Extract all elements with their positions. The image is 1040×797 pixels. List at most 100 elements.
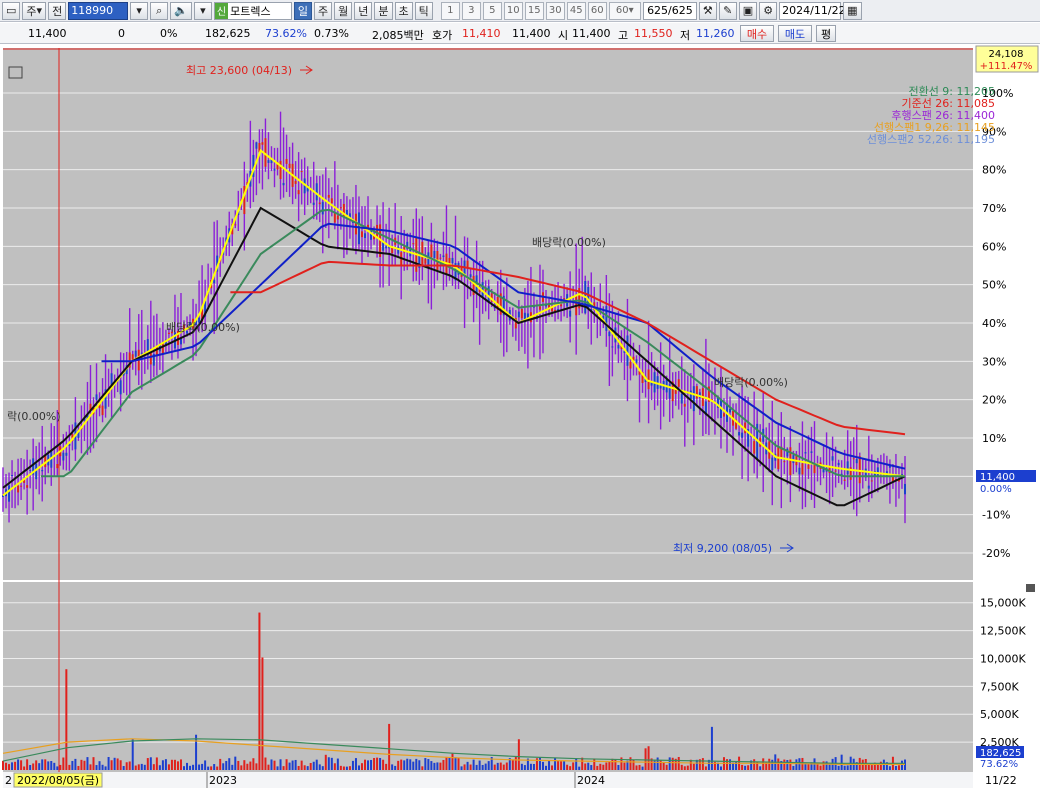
candle-body bbox=[412, 243, 415, 245]
candle-body bbox=[617, 345, 620, 349]
volume-bar bbox=[189, 765, 192, 770]
volume-bar bbox=[152, 764, 155, 770]
volume-bar bbox=[237, 760, 240, 770]
price-tick-label: -10% bbox=[982, 509, 1010, 522]
interval-30[interactable]: 30 bbox=[545, 1, 565, 20]
candle-body bbox=[858, 456, 861, 484]
candle-body bbox=[783, 461, 786, 463]
candle-body bbox=[285, 158, 288, 164]
period-tab-year[interactable]: 년 bbox=[354, 1, 373, 20]
interval-15[interactable]: 15 bbox=[524, 1, 544, 20]
speaker-icon[interactable]: 🔈 bbox=[170, 1, 192, 20]
save-icon[interactable]: ▣ bbox=[738, 1, 758, 20]
volume-bar bbox=[267, 764, 270, 770]
market-select[interactable]: 주 ▾ bbox=[22, 1, 47, 20]
period-tab-week[interactable]: 주 bbox=[314, 1, 333, 20]
volume-bar bbox=[677, 756, 680, 770]
chart-tools-icon[interactable]: ⚒ bbox=[698, 1, 717, 20]
candle-body bbox=[741, 432, 744, 438]
search-icon[interactable]: ⌕ bbox=[150, 1, 169, 20]
volume-bar bbox=[258, 612, 261, 770]
volume-bar bbox=[505, 762, 508, 770]
volume-bar bbox=[249, 761, 252, 770]
period-tab-day[interactable]: 일 bbox=[293, 1, 313, 20]
dividend-annotation-2023: 배당락(0.00%) bbox=[166, 321, 240, 334]
speaker-dropdown-icon[interactable]: ▾ bbox=[193, 1, 212, 20]
price-tick-label: 60% bbox=[982, 240, 1006, 253]
interval-10[interactable]: 10 bbox=[503, 1, 523, 20]
volume-bar bbox=[207, 766, 210, 770]
volume-bar bbox=[735, 761, 738, 770]
draw-icon[interactable]: ✎ bbox=[718, 1, 737, 20]
volume-bar bbox=[759, 766, 762, 770]
stock-code-input[interactable]: 118990 bbox=[68, 1, 129, 20]
interval-45[interactable]: 45 bbox=[566, 1, 586, 20]
volume-bar bbox=[897, 765, 900, 770]
interval-5[interactable]: 5 bbox=[482, 1, 502, 20]
volume-bar bbox=[481, 764, 484, 770]
volume-bar bbox=[86, 757, 89, 770]
interval-select[interactable]: 60 ▾ bbox=[608, 1, 641, 20]
volume-bar bbox=[101, 764, 104, 770]
candle-body bbox=[315, 183, 318, 201]
volume-bar bbox=[563, 761, 566, 770]
volume-bar bbox=[418, 760, 421, 770]
volume-bar bbox=[330, 757, 333, 770]
volume-bar bbox=[783, 759, 786, 770]
interval-60[interactable]: 60 bbox=[587, 1, 607, 20]
volume-bar bbox=[575, 758, 578, 770]
date-field[interactable]: 2024/11/22 bbox=[779, 1, 846, 20]
stock-name-field[interactable]: 신 모트렉스 bbox=[213, 1, 292, 20]
period-tab-tick[interactable]: 틱 bbox=[414, 1, 433, 20]
volume-bar bbox=[557, 761, 560, 770]
sell-button[interactable]: 매도 bbox=[778, 25, 812, 42]
interval-3[interactable]: 3 bbox=[461, 1, 481, 20]
volume-bar bbox=[439, 762, 442, 770]
period-tab-second[interactable]: 초 bbox=[394, 1, 413, 20]
volume-bar bbox=[436, 762, 439, 770]
volume-bar bbox=[285, 759, 288, 770]
candle-body bbox=[330, 198, 333, 204]
volume-bar bbox=[517, 739, 520, 770]
window-icon[interactable]: ▭ bbox=[2, 1, 21, 20]
volume-bar bbox=[158, 765, 161, 770]
volume-bar bbox=[110, 760, 113, 770]
eval-button[interactable]: 평 bbox=[816, 25, 836, 42]
stock-chart[interactable]: 100%90%80%70%60%50%40%30%20%10%0%-10%-20… bbox=[0, 45, 1040, 794]
prefix-button[interactable]: 전 bbox=[48, 1, 67, 20]
volume-tick-label: 10,000K bbox=[980, 652, 1026, 665]
volume-bar bbox=[406, 758, 409, 770]
volume: 182,625 bbox=[205, 27, 251, 40]
volume-bar bbox=[433, 762, 436, 770]
calendar-icon[interactable]: ▦ bbox=[843, 1, 862, 20]
volume-bar bbox=[71, 760, 74, 770]
interval-1[interactable]: 1 bbox=[440, 1, 460, 20]
candle-body bbox=[430, 244, 433, 258]
volume-bar bbox=[204, 760, 207, 770]
candle-body bbox=[831, 456, 834, 461]
volume-bar bbox=[569, 766, 572, 770]
candle-body bbox=[312, 202, 315, 205]
volume-close-icon[interactable] bbox=[1026, 584, 1035, 592]
gear-icon[interactable]: ⚙ bbox=[759, 1, 778, 20]
candle-body bbox=[876, 467, 879, 476]
code-dropdown-icon[interactable]: ▾ bbox=[130, 1, 149, 20]
candle-body bbox=[65, 452, 68, 456]
volume-bar bbox=[134, 765, 137, 770]
period-tab-month[interactable]: 월 bbox=[334, 1, 353, 20]
volume-tick-label: 15,000K bbox=[980, 597, 1026, 610]
candle-body bbox=[626, 335, 629, 366]
candle-body bbox=[29, 469, 32, 471]
chart-area[interactable]: 100%90%80%70%60%50%40%30%20%10%0%-10%-20… bbox=[0, 45, 1040, 794]
volume-bar bbox=[391, 764, 394, 770]
volume-bar bbox=[596, 765, 599, 770]
buy-button[interactable]: 매수 bbox=[740, 25, 774, 42]
volume-bar bbox=[297, 765, 300, 770]
period-tab-minute[interactable]: 분 bbox=[374, 1, 393, 20]
candle-body bbox=[870, 480, 873, 482]
volume-bar bbox=[641, 766, 644, 770]
data-count[interactable]: 625/625 bbox=[642, 1, 697, 20]
volume-bar bbox=[26, 759, 29, 770]
volume-bar bbox=[493, 764, 496, 770]
candle-body bbox=[517, 311, 520, 318]
